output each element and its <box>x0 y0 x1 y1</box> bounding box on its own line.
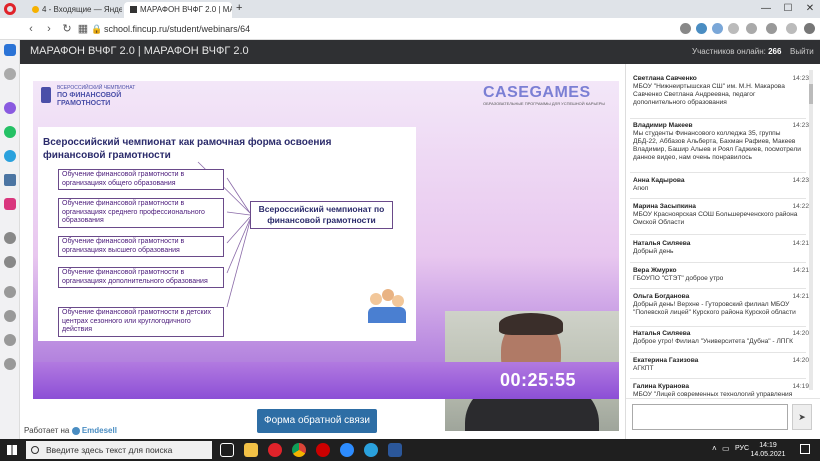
chat-message: Марина Засыпкина 14:22 МБОУ Красноярская … <box>633 203 809 226</box>
students-illustration-icon <box>368 287 406 325</box>
speaker-hair <box>499 313 563 335</box>
webinar-area: ВСЕРОССИЙСКИЙ ЧЕМПИОНАТ ПО ФИНАНСОВОЙ ГР… <box>20 64 625 439</box>
site-icon <box>130 6 137 14</box>
app-header: МАРАФОН ВЧФГ 2.0 | МАРАФОН ВЧФГ 2.0 Учас… <box>20 40 820 64</box>
emdesell-logo-icon <box>71 426 80 435</box>
zoom-icon[interactable] <box>340 443 354 457</box>
tab-webinar[interactable]: МАРАФОН ВЧФГ 2.0 | МАР <box>124 2 232 18</box>
feedback-form-button[interactable]: Форма обратной связи <box>257 409 377 433</box>
mail-icon <box>32 6 39 14</box>
browser-tab-bar: 4 - Входящие — Яндекс.По МАРАФОН ВЧФГ 2.… <box>0 0 820 18</box>
chat-message: Вера Жмурко 14:21 ГБОУПО "СТЭТ" доброе ут… <box>633 267 809 282</box>
heart-icon[interactable] <box>728 23 739 34</box>
snapshot-icon[interactable] <box>766 23 777 34</box>
chat-message: Анна Кадырова 14:23 Агюп <box>633 177 809 192</box>
new-tab-button[interactable]: + <box>236 2 242 14</box>
extension-icon[interactable] <box>680 23 691 34</box>
trophy-icon <box>41 87 51 103</box>
word-icon[interactable] <box>388 443 402 457</box>
opera-logo-icon[interactable] <box>4 3 16 15</box>
slide-box-higher: Обучение финансовой грамотности в органи… <box>58 236 224 257</box>
download-icon[interactable] <box>746 23 757 34</box>
chat-message: Владимир Макеев 14:23 Мы студенты Финансо… <box>633 122 809 161</box>
grid-icon[interactable]: ▦ <box>76 22 90 36</box>
shield-icon[interactable] <box>696 23 707 34</box>
task-view-icon[interactable] <box>220 443 234 457</box>
online-counter: Участников онлайн: 266 <box>692 47 782 56</box>
reload-icon[interactable]: ↻ <box>60 22 74 36</box>
player-icon[interactable] <box>4 232 16 244</box>
casegames-logo: CASEGAMES <box>483 84 591 101</box>
chat-message: Светлана Савченко 14:23 МБОУ "Нижнеиртышс… <box>633 75 809 106</box>
chat-scrollbar[interactable] <box>809 70 813 390</box>
chat-message: Наталья Силяева 14:20 Доброе утро! Филиал… <box>633 330 809 345</box>
telegram-taskbar-icon[interactable] <box>364 443 378 457</box>
windows-taskbar: Введите здесь текст для поиска ˄ ▭ РУС 1… <box>0 439 820 461</box>
heart-sidebar-icon[interactable] <box>4 286 16 298</box>
bulb-icon[interactable] <box>4 358 16 370</box>
send-message-button[interactable]: ➤ <box>792 404 812 430</box>
webinar-timer: 00:25:55 <box>500 370 577 390</box>
tray-chevron-icon[interactable]: ˄ <box>712 444 717 453</box>
lock-icon: 🔒 <box>91 24 103 34</box>
chrome-icon[interactable] <box>292 443 306 457</box>
history-icon[interactable] <box>4 310 16 322</box>
tab-mail[interactable]: 4 - Входящие — Яндекс.По <box>26 2 122 18</box>
slide-box-additional: Обучение финансовой грамотности в органи… <box>58 267 224 288</box>
menu-icon[interactable] <box>786 23 797 34</box>
casegames-tagline: ОБРАЗОВАТЕЛЬНЫЕ ПРОГРАММЫ ДЛЯ УСПЕШНОЙ К… <box>483 101 605 106</box>
windows-start-icon[interactable] <box>7 445 17 455</box>
chat-message: Екатерина Газизова 14:20 АГКПТ <box>633 357 809 372</box>
taskbar-clock[interactable]: 14:19 14.05.2021 <box>746 441 790 459</box>
opera-sidebar <box>0 40 20 439</box>
opera-taskbar-icon[interactable] <box>268 443 282 457</box>
vk-icon[interactable] <box>4 174 16 186</box>
page-title: МАРАФОН ВЧФГ 2.0 | МАРАФОН ВЧФГ 2.0 <box>30 45 249 57</box>
send-icon[interactable] <box>4 256 16 268</box>
close-window-button[interactable]: ✕ <box>800 0 820 18</box>
forward-icon[interactable]: › <box>42 22 56 36</box>
slide-box-camps: Обучение финансовой грамотности в детски… <box>58 307 224 337</box>
telegram-icon[interactable] <box>4 150 16 162</box>
slide-center-box: Всероссийский чемпионат по финансовой гр… <box>250 201 393 229</box>
logout-link[interactable]: Выйти <box>790 47 814 56</box>
notifications-icon[interactable] <box>800 444 810 454</box>
chat-message: Ольга Богданова 14:21 Добрый день! Верхне… <box>633 293 809 316</box>
explorer-icon[interactable] <box>244 443 258 457</box>
chat-scrollbar-thumb[interactable] <box>809 84 813 104</box>
vpn-icon[interactable] <box>712 23 723 34</box>
chat-message: Галина Куранова 14:19 МБОУ "Лицей совреме… <box>633 383 809 398</box>
home-icon[interactable] <box>4 44 16 56</box>
account-icon[interactable] <box>804 23 815 34</box>
url-field[interactable]: school.fincup.ru/student/webinars/64 <box>104 22 250 36</box>
star-icon[interactable] <box>4 68 16 80</box>
messenger-icon[interactable] <box>4 102 16 114</box>
record-icon[interactable] <box>316 443 330 457</box>
address-bar: ‹ › ↻ ▦ 🔒 school.fincup.ru/student/webin… <box>0 18 820 40</box>
network-icon[interactable]: ▭ <box>722 444 730 453</box>
powered-by[interactable]: Работает на Emdesell <box>24 426 117 435</box>
back-icon[interactable]: ‹ <box>24 22 38 36</box>
maximize-button[interactable]: ☐ <box>778 0 798 18</box>
slide-box-general: Обучение финансовой грамотности в органи… <box>58 169 224 190</box>
slide-box-spo: Обучение финансовой грамотности в органи… <box>58 198 224 228</box>
taskbar-search-input[interactable]: Введите здесь текст для поиска <box>26 441 212 459</box>
instagram-icon[interactable] <box>4 198 16 210</box>
chat-message-input[interactable] <box>632 404 788 430</box>
minimize-button[interactable]: — <box>756 0 776 18</box>
slide-content: Всероссийский чемпионат как рамочная фор… <box>38 127 416 341</box>
chat-message: Наталья Силяева 14:21 Добрый день <box>633 240 809 255</box>
search-icon <box>31 446 39 454</box>
whatsapp-icon[interactable] <box>4 126 16 138</box>
chat-panel: Светлана Савченко 14:23 МБОУ "Нижнеиртышс… <box>625 64 820 439</box>
cube-icon[interactable] <box>4 334 16 346</box>
